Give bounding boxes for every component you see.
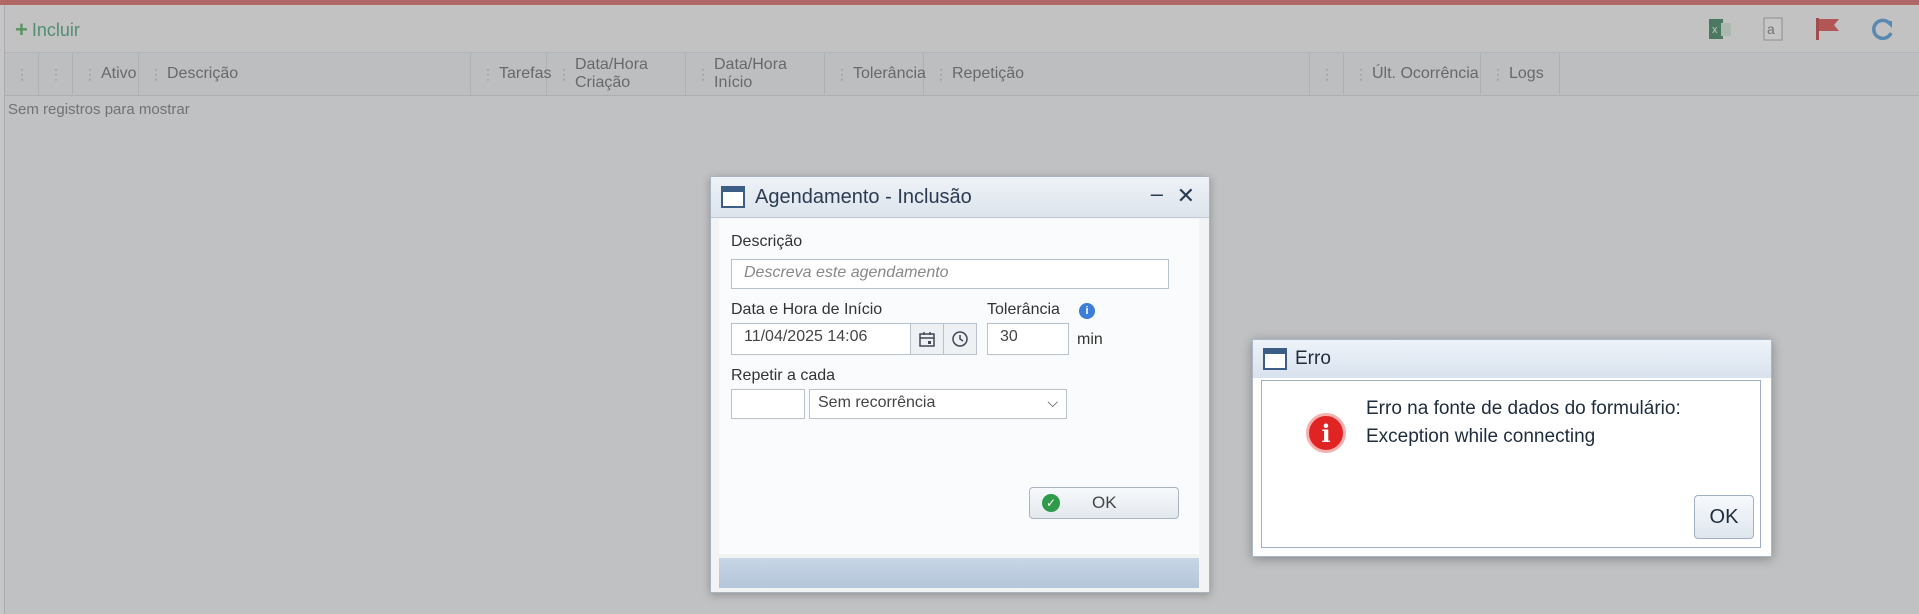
error-body: i Erro na fonte de dados do formulário: … bbox=[1261, 380, 1761, 548]
error-message: Erro na fonte de dados do formulário: Ex… bbox=[1366, 395, 1681, 451]
repetir-input[interactable] bbox=[731, 389, 805, 419]
chevron-down-icon: ⌵ bbox=[1047, 394, 1058, 410]
error-title: Erro bbox=[1295, 348, 1331, 369]
tolerancia-input[interactable]: 30 bbox=[987, 323, 1069, 355]
info-icon[interactable]: i bbox=[1079, 303, 1095, 319]
dialog-title: Agendamento - Inclusão bbox=[755, 185, 972, 208]
dialog-footer bbox=[719, 558, 1199, 588]
data-inicio-label: Data e Hora de Início bbox=[731, 301, 883, 318]
scheduling-dialog: Agendamento - Inclusão – ✕ Descrição Des… bbox=[710, 176, 1210, 593]
dialog-body: Descrição Descreva este agendamento Data… bbox=[719, 219, 1199, 554]
check-icon: ✓ bbox=[1042, 494, 1060, 512]
window-icon bbox=[1263, 348, 1287, 370]
data-inicio-input[interactable]: 11/04/2025 14:06 bbox=[731, 323, 911, 355]
error-icon: i bbox=[1306, 413, 1346, 453]
repetir-label: Repetir a cada bbox=[731, 367, 836, 384]
dialog-ok-label: OK bbox=[1092, 493, 1117, 512]
error-message-line2: Exception while connecting bbox=[1366, 426, 1596, 447]
recorrencia-select[interactable]: Sem recorrência ⌵ bbox=[809, 389, 1067, 419]
dialog-ok-button[interactable]: ✓ OK bbox=[1029, 487, 1179, 519]
error-ok-button[interactable]: OK bbox=[1694, 495, 1754, 539]
error-dialog: Erro i Erro na fonte de dados do formulá… bbox=[1252, 339, 1772, 557]
error-message-line1: Erro na fonte de dados do formulário: bbox=[1366, 398, 1681, 419]
close-icon[interactable]: ✕ bbox=[1177, 183, 1195, 209]
clock-icon[interactable] bbox=[943, 323, 977, 355]
calendar-icon[interactable] bbox=[910, 323, 944, 355]
tolerancia-label: Tolerância bbox=[987, 301, 1060, 318]
error-titlebar[interactable]: Erro bbox=[1253, 340, 1771, 378]
descricao-label: Descrição bbox=[731, 233, 803, 250]
window-icon bbox=[721, 186, 745, 208]
minimize-icon[interactable]: – bbox=[1151, 181, 1163, 207]
dialog-titlebar[interactable]: Agendamento - Inclusão – ✕ bbox=[711, 177, 1209, 218]
descricao-input[interactable]: Descreva este agendamento bbox=[731, 259, 1169, 289]
recorrencia-value: Sem recorrência bbox=[818, 394, 936, 411]
tolerancia-unit: min bbox=[1077, 331, 1103, 348]
